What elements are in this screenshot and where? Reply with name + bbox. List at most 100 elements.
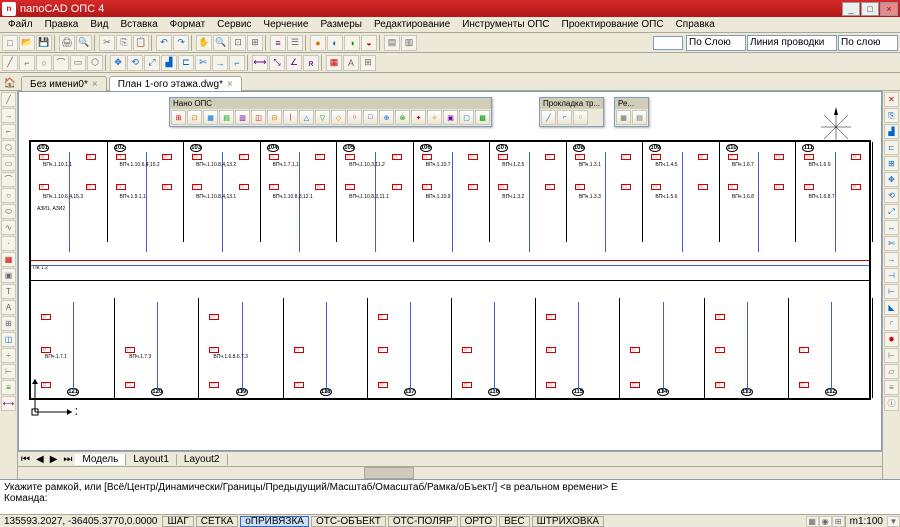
menu-Вид[interactable]: Вид (84, 18, 114, 31)
status-scale[interactable]: m1:100 (845, 516, 887, 527)
chamfer-tool-icon[interactable]: ◣ (884, 300, 899, 315)
route-btn-1-icon[interactable]: ╱ (541, 110, 556, 125)
horizontal-scrollbar[interactable] (18, 466, 882, 479)
text-icon[interactable]: A (343, 55, 359, 71)
layer-color-combo[interactable]: По Слою (686, 35, 746, 51)
ops-btn-14-icon[interactable]: ⊗ (395, 110, 410, 125)
fillet-icon[interactable]: ⌐ (229, 55, 245, 71)
color-swatch[interactable] (653, 36, 683, 50)
text-tool-icon[interactable]: T (1, 284, 16, 299)
status-icon-3[interactable]: ⊞ (832, 516, 845, 527)
trim-icon[interactable]: ✄ (195, 55, 211, 71)
copy-tool-icon[interactable]: ⎘ (884, 108, 899, 123)
tool-b-icon[interactable]: ◐ (327, 35, 343, 51)
region-tool-icon[interactable]: ▣ (1, 268, 16, 283)
re-btn-1-icon[interactable]: ▦ (616, 110, 631, 125)
float-toolbar-ops[interactable]: Нано ОПС ⊞ ⊡ ▦ ▤ ▥ ◫ ⊟ | △ ▽ ◇ ○ □ ⊕ ⊗ (169, 97, 492, 127)
model-tab-Модель[interactable]: Модель (75, 454, 126, 465)
status-оПРИВЯЗКА[interactable]: оПРИВЯЗКА (240, 516, 309, 527)
model-tabs-next-icon[interactable]: ▶ (47, 454, 61, 465)
open-icon[interactable]: 📂 (19, 35, 35, 51)
ops-btn-1-icon[interactable]: ⊞ (171, 110, 186, 125)
arc-tool-icon[interactable]: ⌒ (1, 172, 16, 187)
status-ШТРИХОВКА[interactable]: ШТРИХОВКА (532, 516, 604, 527)
dim-tool-icon[interactable]: ⟷ (1, 396, 16, 411)
dim-linear-icon[interactable]: ⟷ (252, 55, 268, 71)
copy-icon[interactable]: ⎘ (116, 35, 132, 51)
ops-btn-12-icon[interactable]: □ (363, 110, 378, 125)
ops-btn-10-icon[interactable]: ◇ (331, 110, 346, 125)
area-tool-icon[interactable]: ▱ (884, 364, 899, 379)
menu-Проектирование ОПС[interactable]: Проектирование ОПС (556, 18, 670, 31)
ops-btn-2-icon[interactable]: ⊡ (187, 110, 202, 125)
tool-f-icon[interactable]: ▥ (401, 35, 417, 51)
close-button[interactable]: × (880, 2, 898, 16)
polygon-icon[interactable]: ⬡ (87, 55, 103, 71)
ops-btn-13-icon[interactable]: ⊕ (379, 110, 394, 125)
tool-d-icon[interactable]: ◒ (361, 35, 377, 51)
status-СЕТКА[interactable]: СЕТКА (196, 516, 239, 527)
home-tab-icon[interactable]: 🏠 (2, 76, 18, 90)
move-icon[interactable]: ✥ (110, 55, 126, 71)
pline-icon[interactable]: ⌐ (19, 55, 35, 71)
menu-Вставка[interactable]: Вставка (114, 18, 163, 31)
ops-btn-3-icon[interactable]: ▦ (203, 110, 218, 125)
maximize-button[interactable]: □ (861, 2, 879, 16)
measure-tool-icon[interactable]: ⊢ (1, 364, 16, 379)
model-tabs-first-icon[interactable]: ⏮ (18, 454, 33, 465)
ops-btn-16-icon[interactable]: ✧ (427, 110, 442, 125)
document-tab[interactable]: Без имени0*× (21, 76, 107, 92)
trim-tool-icon[interactable]: ✄ (884, 236, 899, 251)
ops-btn-5-icon[interactable]: ▥ (235, 110, 250, 125)
dist-tool-icon[interactable]: ⊢ (884, 348, 899, 363)
id-tool-icon[interactable]: ⓘ (884, 396, 899, 411)
dim-radius-icon[interactable]: ʀ (303, 55, 319, 71)
scale-tool-icon[interactable]: ⤢ (884, 204, 899, 219)
block-tool-icon[interactable]: ◫ (1, 332, 16, 347)
extend-icon[interactable]: → (212, 55, 228, 71)
hatch-tool-icon[interactable]: ▦ (1, 252, 16, 267)
rect-tool-icon[interactable]: ▭ (1, 156, 16, 171)
menu-Инструменты ОПС[interactable]: Инструменты ОПС (456, 18, 555, 31)
properties-icon[interactable]: ☰ (287, 35, 303, 51)
command-area[interactable]: Укажите рамкой, или [Всё/Центр/Динамичес… (0, 479, 900, 514)
menu-Сервис[interactable]: Сервис (211, 18, 257, 31)
circle-tool-icon[interactable]: ○ (1, 188, 16, 203)
menu-Редактирование[interactable]: Редактирование (368, 18, 456, 31)
ops-btn-15-icon[interactable]: ✦ (411, 110, 426, 125)
scale-icon[interactable]: ⤢ (144, 55, 160, 71)
save-icon[interactable]: 💾 (36, 35, 52, 51)
explode-tool-icon[interactable]: ✸ (884, 332, 899, 347)
model-tabs-last-icon[interactable]: ⏭ (60, 454, 75, 465)
block-icon[interactable]: ⊞ (360, 55, 376, 71)
ops-btn-11-icon[interactable]: ○ (347, 110, 362, 125)
line-icon[interactable]: ╱ (2, 55, 18, 71)
layers-icon[interactable]: ≡ (270, 35, 286, 51)
status-ОРТО[interactable]: ОРТО (460, 516, 497, 527)
move-tool-icon[interactable]: ✥ (884, 172, 899, 187)
rotate-tool-icon[interactable]: ⟲ (884, 188, 899, 203)
point-tool-icon[interactable]: · (1, 236, 16, 251)
model-tab-Layout1[interactable]: Layout1 (126, 454, 177, 465)
undo-icon[interactable]: ↶ (156, 35, 172, 51)
hatch-icon[interactable]: ▦ (326, 55, 342, 71)
model-tab-Layout2[interactable]: Layout2 (177, 454, 228, 465)
pan-icon[interactable]: ✋ (196, 35, 212, 51)
re-btn-2-icon[interactable]: ▤ (632, 110, 647, 125)
fillet-tool-icon[interactable]: ◜ (884, 316, 899, 331)
dim-angular-icon[interactable]: ∠ (286, 55, 302, 71)
offset-icon[interactable]: ⊏ (178, 55, 194, 71)
menu-Файл[interactable]: Файл (2, 18, 39, 31)
ops-btn-19-icon[interactable]: ▩ (475, 110, 490, 125)
tool-a-icon[interactable]: ● (310, 35, 326, 51)
redo-icon[interactable]: ↷ (173, 35, 189, 51)
zoom-icon[interactable]: 🔍 (213, 35, 229, 51)
erase-icon[interactable]: ✕ (884, 92, 899, 107)
circle-icon[interactable]: ○ (36, 55, 52, 71)
print-icon[interactable]: 🖨 (59, 35, 75, 51)
lineweight-combo[interactable]: По слою (838, 35, 898, 51)
model-tabs-prev-icon[interactable]: ◀ (33, 454, 47, 465)
tab-close-icon[interactable]: × (227, 79, 233, 90)
divide-tool-icon[interactable]: ÷ (1, 348, 16, 363)
mtext-tool-icon[interactable]: A (1, 300, 16, 315)
